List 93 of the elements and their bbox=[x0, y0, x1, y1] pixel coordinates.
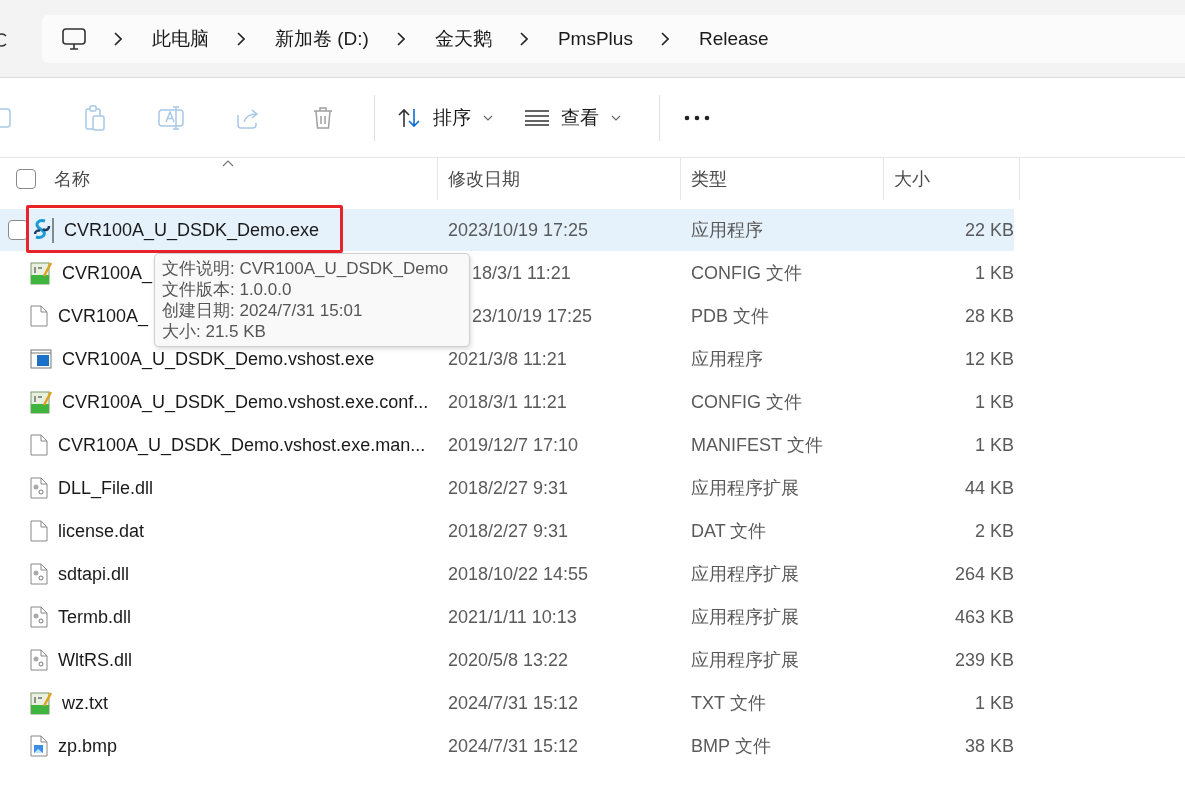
breadcrumb-item[interactable]: 新加卷 (D:) bbox=[245, 25, 369, 52]
modified-date: 23/10/19 17:25 bbox=[472, 305, 593, 327]
breadcrumb-item[interactable]: 此电脑 bbox=[122, 25, 209, 52]
modified-date: 18/3/1 11:21 bbox=[472, 262, 571, 284]
file-size: 12 KB bbox=[964, 348, 1014, 370]
chevron-right-icon bbox=[519, 31, 528, 46]
file-name: DLL_File.dll bbox=[58, 477, 154, 499]
file-size: 38 KB bbox=[964, 735, 1014, 757]
view-button[interactable]: 查看 bbox=[517, 98, 629, 137]
file-type: PDB 文件 bbox=[691, 305, 769, 328]
modified-date: 2024/7/31 15:12 bbox=[448, 692, 579, 714]
column-header[interactable]: 修改日期 bbox=[448, 167, 520, 191]
file-name: CVR100A_U_DSDK_Demo.vshost.exe bbox=[62, 348, 375, 370]
modified-date: 2021/1/11 10:13 bbox=[448, 606, 577, 628]
file-size: 28 KB bbox=[964, 305, 1014, 327]
chevron-down-icon bbox=[611, 114, 621, 121]
notepad-icon bbox=[30, 261, 52, 285]
file-name: license.dat bbox=[58, 520, 145, 542]
file-type: TXT 文件 bbox=[691, 692, 766, 715]
breadcrumb-item[interactable]: PmsPlus bbox=[527, 27, 633, 50]
file-name: Termb.dll bbox=[58, 606, 132, 628]
file-name: zp.bmp bbox=[58, 735, 118, 757]
image-file-icon bbox=[30, 735, 48, 757]
file-name: wz.txt bbox=[62, 692, 108, 714]
row-checkbox[interactable] bbox=[8, 220, 28, 240]
breadcrumb-item[interactable]: 金天鹅 bbox=[404, 25, 492, 52]
modified-date: 2024/7/31 15:12 bbox=[448, 735, 579, 757]
blank-file-icon bbox=[30, 305, 48, 327]
file-size: 1 KB bbox=[974, 434, 1014, 456]
file-name: CVR100A_U_DSDK_Demo.vshost.exe.man... bbox=[58, 434, 426, 456]
modified-date: 2018/10/22 14:55 bbox=[448, 563, 589, 585]
file-size: 2 KB bbox=[974, 520, 1014, 542]
chevron-right-icon bbox=[660, 31, 669, 46]
modified-date: 2019/12/7 17:10 bbox=[448, 434, 579, 456]
tooltip-line: 文件说明: CVR100A_U_DSDK_Demo bbox=[162, 258, 450, 279]
modified-date: 2018/2/27 9:31 bbox=[448, 477, 569, 499]
file-size: 264 KB bbox=[954, 563, 1014, 585]
file-name: CVR100A_U_DSDK_Demo.vshost.exe.conf... bbox=[62, 391, 429, 413]
file-type: 应用程序 bbox=[691, 219, 763, 242]
file-type: CONFIG 文件 bbox=[691, 262, 802, 285]
column-header[interactable]: 大小 bbox=[894, 167, 930, 191]
column-header[interactable]: 类型 bbox=[691, 167, 727, 191]
tooltip-line: 创建日期: 2024/7/31 15:01 bbox=[162, 300, 364, 321]
tooltip-line: 文件版本: 1.0.0.0 bbox=[162, 279, 293, 300]
file-size: 463 KB bbox=[954, 606, 1014, 628]
sort-caret-icon bbox=[222, 160, 234, 167]
sort-arrows-icon bbox=[397, 106, 421, 129]
select-all-checkbox[interactable] bbox=[16, 169, 36, 189]
modified-date: 2023/10/19 17:25 bbox=[448, 219, 589, 241]
file-type: 应用程序 bbox=[691, 348, 763, 371]
gear-file-icon bbox=[30, 477, 48, 499]
chevron-down-icon bbox=[483, 114, 493, 121]
blank-file-icon bbox=[30, 520, 48, 542]
file-name: sdtapi.dll bbox=[58, 563, 130, 585]
chevron-right-icon bbox=[114, 31, 122, 46]
computer-icon bbox=[62, 27, 86, 50]
blank-file-icon bbox=[30, 434, 48, 456]
modified-date: 2021/3/8 11:21 bbox=[448, 348, 567, 370]
gear-file-icon bbox=[30, 563, 48, 585]
gear-file-icon bbox=[30, 649, 48, 671]
file-type: 应用程序扩展 bbox=[691, 563, 799, 586]
modified-date: 2018/3/1 11:21 bbox=[448, 391, 567, 413]
lines-icon bbox=[525, 109, 549, 126]
breadcrumb-item[interactable]: Release bbox=[668, 27, 769, 50]
file-type: 应用程序扩展 bbox=[691, 606, 799, 629]
file-size: 1 KB bbox=[974, 262, 1014, 284]
file-size: 22 KB bbox=[964, 219, 1014, 241]
file-type: BMP 文件 bbox=[691, 735, 771, 758]
file-size: 1 KB bbox=[974, 692, 1014, 714]
more-icon[interactable] bbox=[684, 114, 710, 121]
modified-date: 2018/2/27 9:31 bbox=[448, 520, 569, 542]
file-size: 239 KB bbox=[954, 649, 1014, 671]
notepad-icon bbox=[30, 691, 52, 715]
file-size: 44 KB bbox=[964, 477, 1014, 499]
file-name: CVR100A_ bbox=[62, 262, 153, 284]
window-icon bbox=[30, 349, 52, 369]
file-type: 应用程序扩展 bbox=[691, 477, 799, 500]
file-name: WltRS.dll bbox=[58, 649, 132, 671]
file-name: CVR100A_ bbox=[58, 305, 149, 327]
notepad-icon bbox=[30, 390, 52, 414]
gear-file-icon bbox=[30, 606, 48, 628]
sort-button[interactable]: 排序 bbox=[389, 98, 501, 137]
chevron-right-icon bbox=[237, 31, 245, 46]
file-size: 1 KB bbox=[974, 391, 1014, 413]
file-type: CONFIG 文件 bbox=[691, 391, 802, 414]
column-header[interactable]: 名称 bbox=[54, 167, 90, 191]
file-type: DAT 文件 bbox=[691, 520, 767, 543]
chevron-right-icon bbox=[396, 31, 405, 46]
file-type: 应用程序扩展 bbox=[691, 649, 799, 672]
tooltip-line: 大小: 21.5 KB bbox=[162, 321, 267, 342]
modified-date: 2020/5/8 13:22 bbox=[448, 649, 569, 671]
file-type: MANIFEST 文件 bbox=[691, 434, 823, 457]
file-name: CVR100A_U_DSDK_Demo.exe bbox=[64, 219, 320, 241]
